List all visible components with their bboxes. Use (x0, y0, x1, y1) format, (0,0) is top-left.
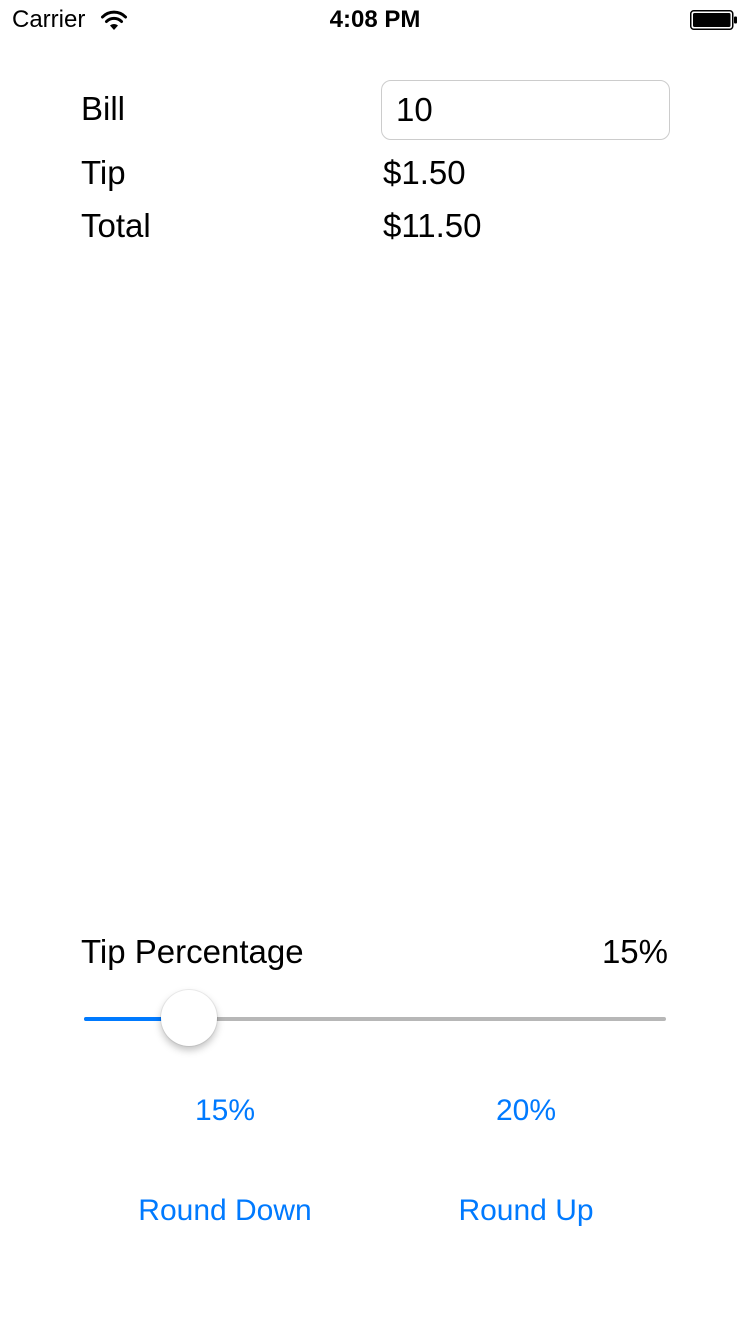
total-amount: $11.50 (383, 207, 482, 244)
slider-thumb[interactable] (161, 990, 217, 1046)
clock: 4:08 PM (329, 6, 421, 33)
total-label: Total (81, 207, 151, 244)
tip-amount: $1.50 (383, 154, 466, 191)
preset-20-button[interactable]: 20% (406, 1093, 646, 1129)
tip-label: Tip (81, 154, 126, 191)
bill-label: Bill (81, 90, 126, 127)
status-bar: Carrier 4:08 PM (0, 0, 750, 40)
round-down-button[interactable]: Round Down (105, 1193, 345, 1229)
tip-percentage-label: Tip Percentage (81, 933, 304, 970)
battery-icon (690, 10, 738, 30)
round-up-button[interactable]: Round Up (406, 1193, 646, 1229)
tip-percentage-value: 15% (601, 933, 668, 970)
tip-percentage-slider[interactable] (84, 990, 666, 1048)
bill-field[interactable] (381, 80, 670, 140)
preset-15-button[interactable]: 15% (105, 1093, 345, 1129)
